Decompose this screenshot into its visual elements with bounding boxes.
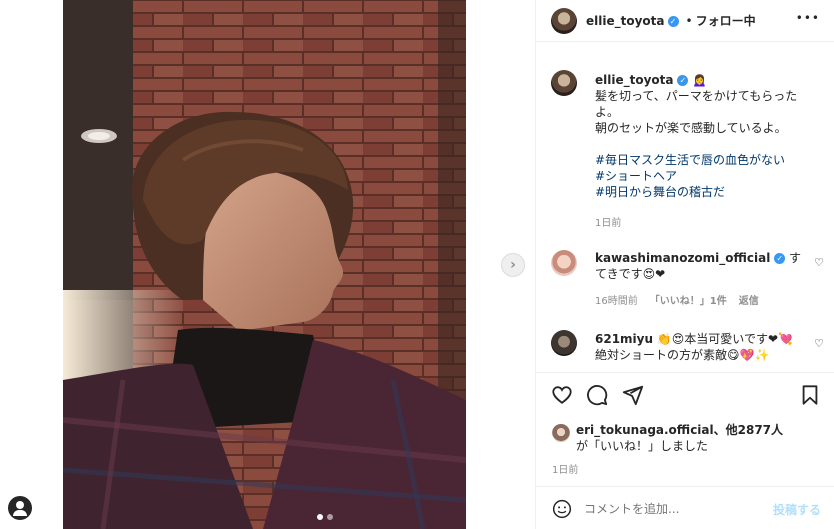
follow-status[interactable]: フォロー中 — [696, 13, 756, 29]
author-avatar[interactable] — [551, 8, 577, 34]
verified-badge-icon: ✓ — [667, 15, 679, 27]
post-side-panel: ellie_toyota ✓ • フォロー中 ••• ellie_toyota … — [535, 0, 834, 529]
post-time[interactable]: 1日前 — [552, 461, 578, 476]
comment-2: 621miyu 👏😍本当可愛いです❤💘 絶対ショートの方が素敵😋💖✨ — [595, 331, 807, 363]
author-username[interactable]: ellie_toyota — [586, 14, 665, 28]
share-send-icon[interactable] — [622, 384, 644, 406]
caption-block: ellie_toyota ✓ 🙍‍♀️ 髪を切って、パーマをかけてもらったよ。 … — [595, 72, 821, 229]
bookmark-icon[interactable] — [799, 384, 821, 406]
caption-username[interactable]: ellie_toyota — [595, 73, 674, 87]
comment-1-verified-icon: ✓ — [774, 253, 786, 264]
comment-2-text-line-2: 絶対ショートの方が素敵😋💖✨ — [595, 348, 770, 362]
caption-avatar[interactable] — [551, 70, 577, 96]
comment-2-avatar[interactable] — [551, 330, 577, 356]
comment-2-like-heart-icon[interactable]: ♡ — [814, 337, 824, 350]
hashtag-1[interactable]: #毎日マスク生活で唇の血色がない — [595, 152, 821, 168]
carousel-dot-2[interactable] — [327, 514, 333, 520]
comment-1-likes[interactable]: 「いいね！」1件 — [650, 292, 727, 307]
caption-line-1: 髪を切って、パーマをかけてもらったよ。 — [595, 89, 798, 119]
comment-1-avatar[interactable] — [551, 250, 577, 276]
follow-separator: • — [685, 14, 693, 28]
add-comment-box: 投稿する — [536, 486, 834, 529]
comment-1-username[interactable]: kawashimanozomi_official — [595, 251, 770, 265]
post-photo[interactable] — [63, 0, 466, 529]
comment-2-text-line-1: 👏😍本当可愛いです❤💘 — [656, 332, 793, 346]
caption-verified-icon: ✓ — [677, 75, 689, 86]
caption-line-2: 朝のセットが楽で感動しているよ。 — [595, 121, 787, 135]
comment-1-reply[interactable]: 返信 — [739, 292, 759, 307]
comment-bubble-icon[interactable] — [586, 384, 608, 406]
comment-input[interactable] — [584, 499, 754, 519]
post-comment-button[interactable]: 投稿する — [773, 501, 821, 518]
hashtag-3[interactable]: #明日から舞台の稽古だ — [595, 184, 821, 200]
action-bar — [536, 372, 834, 418]
comment-2-username[interactable]: 621miyu — [595, 332, 653, 346]
comment-1: kawashimanozomi_official ✓ すてきです😍❤ 16時間前… — [595, 250, 807, 307]
comment-1-time[interactable]: 16時間前 — [595, 292, 638, 307]
comment-1-like-heart-icon[interactable]: ♡ — [814, 256, 824, 269]
like-heart-icon[interactable] — [551, 384, 573, 406]
carousel-dots — [317, 514, 333, 520]
left-margin — [0, 0, 63, 529]
liked-by-avatar[interactable] — [552, 424, 570, 442]
post-photo-illustration — [63, 0, 466, 529]
liked-by-users[interactable]: eri_tokunaga.official、他2877人 — [576, 422, 816, 438]
hashtag-2[interactable]: #ショートヘア — [595, 168, 821, 184]
more-options-icon[interactable]: ••• — [796, 11, 820, 25]
liked-by-suffix: が「いいね！」しました — [576, 439, 709, 453]
post-header: ellie_toyota ✓ • フォロー中 ••• — [536, 0, 834, 42]
emoji-smiley-icon[interactable] — [552, 499, 572, 519]
caption-emoji: 🙍‍♀️ — [692, 73, 708, 87]
caption-time[interactable]: 1日前 — [595, 214, 821, 229]
next-arrow-icon[interactable]: › — [501, 253, 525, 277]
profile-avatar-icon[interactable] — [8, 496, 32, 520]
carousel-dot-1[interactable] — [317, 514, 323, 520]
